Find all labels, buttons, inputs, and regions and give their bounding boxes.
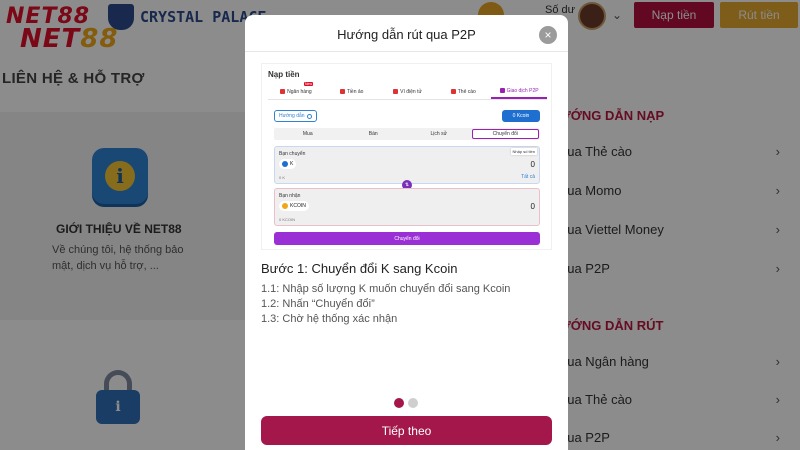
divider [245,51,568,52]
sub-tab-sell: Bán [368,131,378,137]
from-balance: 0 K [279,175,286,180]
step-pagination [394,398,418,408]
sub-tab-buy: Mua [302,131,313,137]
tab-p2p: Giao dịch P2P [491,84,547,99]
sub-tab-history: Lịch sử [430,131,447,137]
amount-hint: Nhập số tiền [510,148,537,155]
to-label: Bạn nhận [279,193,301,199]
tutorial-screenshot: Nạp tiền Ngân hàng New Tiền ảo Ví điện tử… [261,63,552,250]
convert-button: Chuyển đổi [274,232,540,245]
guide-button: Hướng dẫn [274,110,317,122]
step-instruction: 1.1: Nhập số lượng K muốn chuyển đổi san… [261,283,511,295]
tab-bank: Ngân hàng New [268,82,324,99]
tab-card: Thẻ cào [435,84,491,99]
to-balance: 0 KCOIN [279,217,296,222]
close-icon[interactable]: × [539,26,557,44]
step-title: Bước 1: Chuyển đổi K sang Kcoin [261,261,458,276]
to-amount: 0 [530,202,535,211]
step-instruction: 1.2: Nhấn “Chuyển đổi” [261,298,375,310]
tab-crypto: Tiền ảo [324,84,380,99]
next-button[interactable]: Tiếp theo [261,416,552,445]
step-instruction: 1.3: Chờ hệ thống xác nhận [261,313,398,325]
p2p-guide-modal: Hướng dẫn rút qua P2P × Nạp tiền Ngân hà… [245,15,568,450]
payment-method-tabs: Ngân hàng New Tiền ảo Ví điện tử Thẻ cào … [268,82,547,100]
page-dot-1[interactable] [394,398,404,408]
sub-tab-convert: Chuyển đổi [471,129,539,139]
select-all-link: Tất cả [521,174,535,180]
screenshot-title: Nạp tiền [268,70,300,79]
to-asset: KCOIN [279,201,309,211]
from-box: Bạn chuyển K Nhập số tiền 0 0 K Tất cả [274,146,540,184]
page-dot-2[interactable] [408,398,418,408]
from-asset: K [279,159,297,169]
from-label: Bạn chuyển [279,151,306,157]
modal-title: Hướng dẫn rút qua P2P [337,27,476,42]
from-amount: 0 [530,160,535,169]
new-badge: New [304,82,314,86]
wallet-button: 0 Kcoin [502,110,540,122]
to-box: Bạn nhận KCOIN 0 0 KCOIN [274,188,540,226]
trade-sub-tabs: Mua Bán Lịch sử Chuyển đổi [274,128,540,140]
tab-ewallet: Ví điện tử [380,84,436,99]
help-icon [306,113,312,119]
